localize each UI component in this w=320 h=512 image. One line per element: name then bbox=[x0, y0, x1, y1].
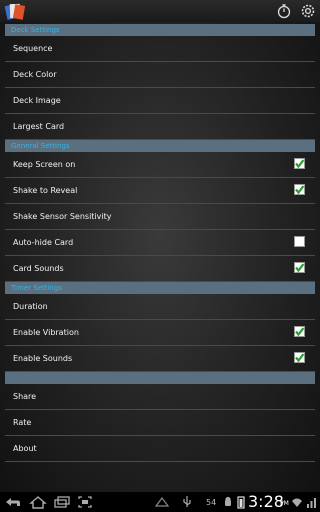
battery-icon bbox=[237, 496, 245, 509]
settings-item-label: Shake to Reveal bbox=[13, 186, 78, 195]
settings-item[interactable]: Auto-hide Card bbox=[5, 230, 315, 256]
settings-item-label: Deck Image bbox=[13, 96, 61, 105]
section-header: General Settings bbox=[5, 140, 315, 152]
section-header-label: General Settings bbox=[11, 142, 70, 150]
clock-ampm: PM bbox=[280, 500, 289, 507]
screenshot-icon[interactable] bbox=[77, 495, 93, 509]
settings-item-label: Enable Vibration bbox=[13, 328, 79, 337]
settings-item-label: Largest Card bbox=[13, 122, 65, 131]
settings-item[interactable]: Share bbox=[5, 384, 315, 410]
usb-icon bbox=[183, 496, 191, 507]
home-icon[interactable] bbox=[29, 495, 47, 509]
checkbox-checked[interactable] bbox=[294, 262, 305, 273]
settings-item[interactable]: Enable Vibration bbox=[5, 320, 315, 346]
settings-item[interactable]: Duration bbox=[5, 294, 315, 320]
settings-item-label: About bbox=[13, 444, 37, 453]
section-header-label: Timer Settings bbox=[11, 284, 62, 292]
settings-item-label: Enable Sounds bbox=[13, 354, 73, 363]
section-header-label: Deck Settings bbox=[11, 26, 60, 34]
settings-item[interactable]: Shake to Reveal bbox=[5, 178, 315, 204]
signal-icon bbox=[307, 498, 316, 508]
settings-item[interactable]: Sequence bbox=[5, 36, 315, 62]
settings-item[interactable]: Rate bbox=[5, 410, 315, 436]
settings-item[interactable]: Keep Screen on bbox=[5, 152, 315, 178]
settings-item[interactable]: Enable Sounds bbox=[5, 346, 315, 372]
settings-item[interactable]: Deck Image bbox=[5, 88, 315, 114]
section-header: Timer Settings bbox=[5, 282, 315, 294]
timer-icon[interactable] bbox=[276, 3, 292, 19]
card-deck-icon[interactable] bbox=[3, 2, 27, 22]
settings-item[interactable]: Shake Sensor Sensitivity bbox=[5, 204, 315, 230]
settings-item[interactable]: Largest Card bbox=[5, 114, 315, 140]
back-icon[interactable] bbox=[4, 495, 22, 509]
settings-item-label: Share bbox=[13, 392, 37, 401]
settings-item-label: Deck Color bbox=[13, 70, 57, 79]
settings-item[interactable]: Card Sounds bbox=[5, 256, 315, 282]
wifi-icon bbox=[292, 498, 302, 507]
settings-item-label: Sequence bbox=[13, 44, 53, 53]
checkbox-checked[interactable] bbox=[294, 326, 305, 337]
section-header: Deck Settings bbox=[5, 24, 315, 36]
section-header bbox=[5, 372, 315, 384]
checkbox-unchecked[interactable] bbox=[294, 236, 305, 247]
checkbox-checked[interactable] bbox=[294, 158, 305, 169]
settings-item-label: Rate bbox=[13, 418, 32, 427]
settings-list: Deck Settings Sequence Deck Color Deck Imag… bbox=[5, 24, 315, 462]
recent-apps-icon[interactable] bbox=[53, 495, 71, 509]
settings-item[interactable]: About bbox=[5, 436, 315, 462]
action-bar bbox=[0, 0, 320, 22]
menu-icon[interactable] bbox=[154, 495, 170, 509]
settings-item-label: Duration bbox=[13, 302, 48, 311]
settings-item-label: Auto-hide Card bbox=[13, 238, 74, 247]
system-nav-bar: 54 3:28 PM bbox=[0, 492, 320, 512]
settings-item-label: Shake Sensor Sensitivity bbox=[13, 212, 112, 221]
android-debug-icon bbox=[225, 496, 231, 506]
clock-time: 3:28 bbox=[248, 492, 284, 511]
checkbox-checked[interactable] bbox=[294, 352, 305, 363]
settings-item-label: Card Sounds bbox=[13, 264, 64, 273]
settings-item-label: Keep Screen on bbox=[13, 160, 76, 169]
notification-count: 54 bbox=[206, 498, 217, 507]
settings-item[interactable]: Deck Color bbox=[5, 62, 315, 88]
checkbox-checked[interactable] bbox=[294, 184, 305, 195]
settings-content: Deck Settings Sequence Deck Color Deck Imag… bbox=[0, 22, 320, 492]
settings-icon[interactable] bbox=[300, 3, 316, 19]
